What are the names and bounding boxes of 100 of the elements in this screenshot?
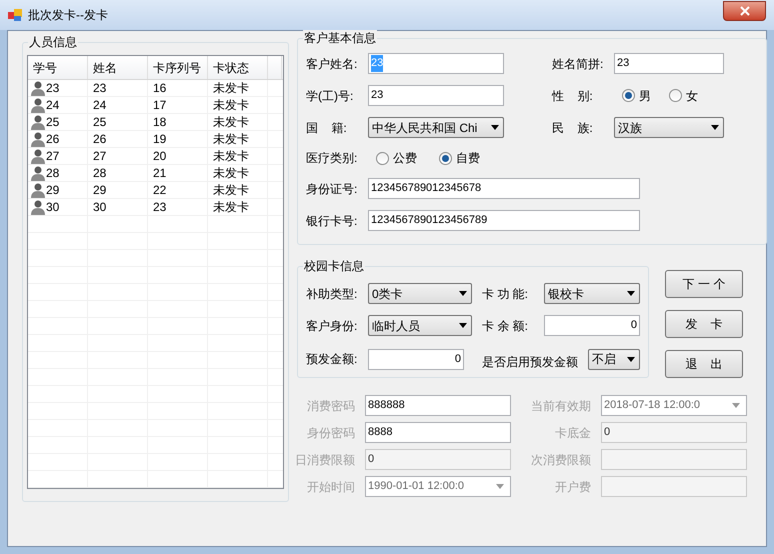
table-cell-text: 未发卡 bbox=[212, 131, 249, 148]
table-cell-text: 19 bbox=[152, 131, 166, 148]
dropdown[interactable]: 0类卡 bbox=[368, 283, 472, 304]
field-label: 客户身份: bbox=[306, 318, 358, 334]
field-label: 卡 余 额: bbox=[482, 318, 530, 334]
person-icon bbox=[30, 200, 46, 214]
table-cell-text: 25 bbox=[92, 114, 106, 131]
field-label: 医疗类别: bbox=[306, 150, 358, 167]
field-label: 银行卡号: bbox=[306, 212, 358, 230]
field-label: 补助类型: bbox=[306, 286, 358, 302]
table-cell-text: 22 bbox=[152, 182, 166, 199]
input-field[interactable]: 0 bbox=[544, 315, 640, 336]
group-title: 校园卡信息 bbox=[303, 258, 365, 274]
input-field[interactable]: 8888 bbox=[365, 422, 511, 443]
table-cell-text: 20 bbox=[152, 148, 166, 165]
table-cell-text: 25 bbox=[46, 114, 60, 131]
window-title: 批次发卡--发卡 bbox=[28, 7, 108, 24]
column-header[interactable]: 姓名 bbox=[88, 56, 148, 79]
person-icon bbox=[30, 166, 46, 180]
input-field[interactable]: 23 bbox=[368, 85, 504, 106]
caret-icon bbox=[496, 484, 504, 489]
field-label: 国 籍: bbox=[306, 120, 348, 136]
caret-icon bbox=[459, 291, 467, 296]
table-cell-text: 未发卡 bbox=[212, 199, 249, 216]
table-cell-text: 21 bbox=[152, 165, 166, 182]
caret-icon bbox=[459, 323, 467, 328]
person-icon bbox=[30, 148, 46, 164]
field-label: 身份证号: bbox=[306, 180, 358, 198]
person-icon bbox=[30, 132, 46, 146]
table-cell-text: 未发卡 bbox=[212, 114, 249, 131]
input-field[interactable]: 23 bbox=[614, 53, 724, 74]
radio-label: 女 bbox=[686, 88, 698, 104]
column-header[interactable]: 卡状态 bbox=[208, 56, 268, 79]
radio-button[interactable] bbox=[622, 89, 635, 102]
caret-icon bbox=[491, 125, 499, 130]
person-icon bbox=[30, 80, 46, 96]
field-label: 开户费 bbox=[554, 478, 592, 496]
dropdown[interactable]: 汉族 bbox=[614, 117, 724, 138]
radio-button[interactable] bbox=[376, 152, 389, 164]
radio-button[interactable] bbox=[669, 89, 682, 102]
caret-icon bbox=[732, 403, 740, 408]
radio-label: 男 bbox=[639, 88, 651, 104]
table-cell-text: 24 bbox=[92, 97, 106, 114]
table-cell-text: 18 bbox=[152, 114, 166, 131]
action-button[interactable]: 下 一 个 bbox=[665, 270, 743, 298]
field-label: 是否启用预发金额 bbox=[482, 354, 579, 371]
field-label: 卡 功 能: bbox=[482, 286, 530, 302]
close-button[interactable] bbox=[723, 1, 766, 21]
dropdown[interactable]: 临时人员 bbox=[368, 315, 472, 336]
field-label: 日消费限额 bbox=[294, 452, 356, 468]
table-cell-text: 24 bbox=[46, 97, 60, 114]
dropdown[interactable]: 银校卡 bbox=[544, 283, 640, 304]
app-icon bbox=[8, 9, 22, 21]
input-field[interactable]: 888888 bbox=[365, 395, 511, 416]
field-label: 开始时间 bbox=[306, 478, 356, 496]
caret-icon bbox=[627, 291, 635, 296]
table-cell-text: 23 bbox=[46, 80, 60, 97]
person-icon bbox=[30, 98, 46, 112]
table-cell-text: 23 bbox=[152, 199, 166, 216]
table-cell-text: 未发卡 bbox=[212, 97, 249, 114]
field-label: 消费密码 bbox=[306, 398, 356, 414]
table-cell-text: 未发卡 bbox=[212, 165, 249, 182]
table-cell-text: 30 bbox=[46, 199, 60, 216]
caret-icon bbox=[711, 125, 719, 130]
group-title: 人员信息 bbox=[28, 34, 78, 50]
table-cell-text: 29 bbox=[46, 182, 60, 199]
table-cell-text: 27 bbox=[92, 148, 106, 165]
dropdown[interactable]: 不启 bbox=[588, 348, 640, 370]
input-field[interactable]: 123456789012345678 bbox=[368, 178, 640, 199]
field-label: 民 族: bbox=[552, 120, 594, 136]
field-label: 姓名简拼: bbox=[552, 56, 604, 72]
table-cell-text: 26 bbox=[46, 131, 60, 148]
field-label: 当前有效期 bbox=[530, 398, 592, 414]
field-label: 客户姓名: bbox=[306, 56, 358, 72]
field-label: 预发金额: bbox=[306, 351, 358, 368]
dropdown[interactable]: 中华人民共和国 Chi bbox=[368, 117, 504, 138]
radio-label: 公费 bbox=[393, 150, 417, 167]
table-cell-text: 未发卡 bbox=[212, 148, 249, 165]
person-icon bbox=[30, 182, 46, 198]
field-label: 学(工)号: bbox=[306, 88, 354, 104]
close-icon bbox=[740, 6, 750, 16]
radio-label: 自费 bbox=[456, 150, 480, 167]
column-header[interactable]: 卡序列号 bbox=[148, 56, 208, 79]
table-cell-text: 26 bbox=[92, 131, 106, 148]
field-label: 身份密码 bbox=[306, 424, 356, 442]
field-label: 次消费限额 bbox=[530, 452, 592, 468]
radio-button[interactable] bbox=[439, 152, 452, 164]
field-label: 卡底金 bbox=[554, 424, 592, 442]
column-header[interactable]: 学号 bbox=[28, 56, 88, 79]
table-cell-text: 30 bbox=[92, 199, 106, 216]
input-field[interactable]: 1234567890123456789 bbox=[368, 210, 640, 231]
action-button[interactable]: 发 卡 bbox=[665, 310, 743, 338]
table-cell-text: 未发卡 bbox=[212, 182, 249, 199]
table-cell-text: 17 bbox=[152, 97, 166, 114]
table-cell-text: 29 bbox=[92, 182, 106, 199]
input-field[interactable]: 0 bbox=[368, 348, 464, 370]
table-cell-text: 27 bbox=[46, 148, 60, 165]
action-button[interactable]: 退 出 bbox=[665, 350, 743, 378]
table-cell-text: 23 bbox=[92, 80, 106, 97]
group-title: 客户基本信息 bbox=[303, 30, 377, 46]
